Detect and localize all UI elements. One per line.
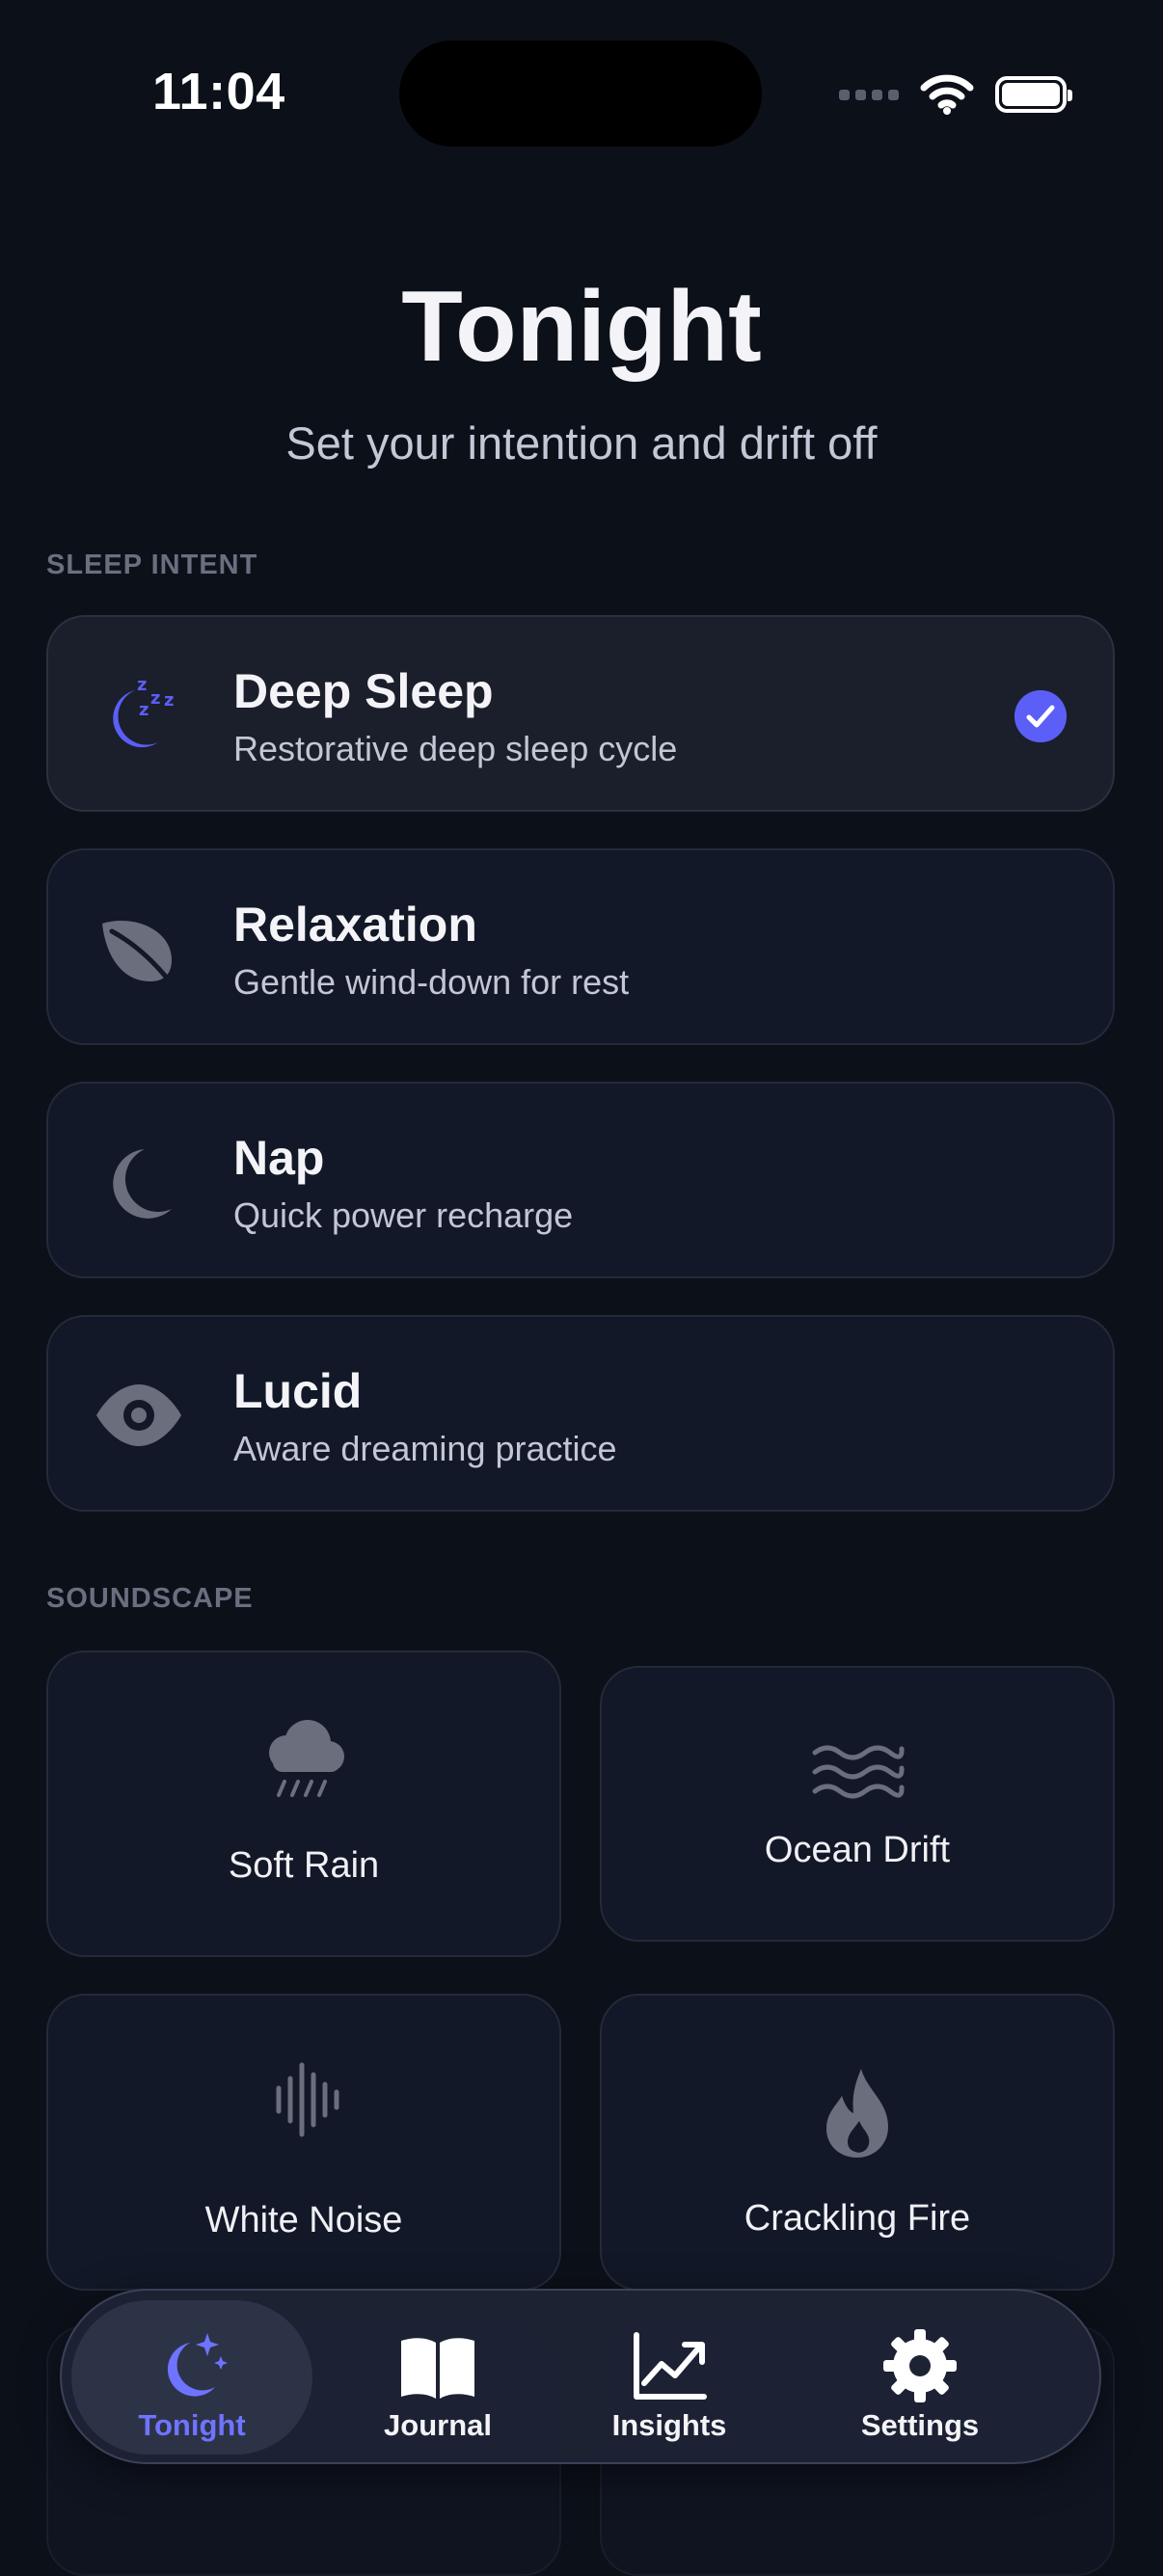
wifi-icon (920, 74, 974, 115)
status-indicators (839, 69, 1072, 120)
flame-icon (826, 2069, 888, 2158)
chart-icon (634, 2332, 707, 2400)
svg-text:z: z (150, 688, 160, 709)
intent-title: Nap (233, 1131, 325, 1185)
section-label-sleep-intent: SLEEP INTENT (46, 550, 258, 580)
page-subtitle: Set your intention and drift off (285, 417, 878, 469)
tab-label: Settings (860, 2408, 980, 2442)
sound-label: Crackling Fire (744, 2198, 971, 2239)
svg-text:z: z (164, 690, 174, 711)
tab-label: Tonight (138, 2408, 246, 2442)
intent-card-relaxation[interactable]: Relaxation Gentle wind-down for rest (46, 848, 1115, 1045)
section-label-soundscape: SOUNDSCAPE (46, 1583, 254, 1614)
battery-icon (995, 76, 1072, 113)
intent-card-lucid[interactable]: Lucid Aware dreaming practice (46, 1315, 1115, 1512)
rain-cloud-icon (269, 1720, 344, 1797)
sound-card-ocean-drift[interactable]: Ocean Drift (600, 1666, 1115, 1942)
sound-label: White Noise (204, 2200, 403, 2241)
tab-insights[interactable]: Insights (573, 2300, 766, 2455)
intent-subtitle: Quick power recharge (233, 1195, 574, 1235)
moon-icon (113, 1149, 172, 1219)
tab-settings[interactable]: Settings (814, 2300, 1026, 2455)
checkmark-icon (1014, 690, 1067, 742)
sound-card-white-noise[interactable]: White Noise (46, 1994, 561, 2291)
moon-stars-icon (167, 2333, 228, 2397)
gear-icon (883, 2329, 957, 2402)
intent-subtitle: Aware dreaming practice (233, 1429, 617, 1468)
status-bar: 11:04 (0, 0, 1163, 174)
intent-subtitle: Gentle wind-down for rest (233, 962, 630, 1002)
intent-subtitle: Restorative deep sleep cycle (233, 729, 678, 768)
sound-card-soft-rain[interactable]: Soft Rain (46, 1650, 561, 1957)
eye-icon (96, 1384, 181, 1446)
tab-label: Insights (611, 2408, 727, 2442)
tab-label: Journal (384, 2408, 492, 2442)
status-time: 11:04 (152, 63, 285, 121)
sound-label: Ocean Drift (764, 1830, 951, 1870)
sound-card-crackling-fire[interactable]: Crackling Fire (600, 1994, 1115, 2291)
dynamic-island (399, 40, 762, 147)
waveform-icon (276, 2062, 339, 2137)
moon-zzz-icon: z z z z (113, 675, 174, 748)
intent-card-nap[interactable]: Nap Quick power recharge (46, 1082, 1115, 1278)
sound-label: Soft Rain (228, 1845, 380, 1886)
tab-journal[interactable]: Journal (341, 2300, 534, 2455)
intent-card-deep-sleep[interactable]: z z z z Deep Sleep Restorative deep slee… (46, 615, 1115, 812)
page-title: Tonight (401, 271, 762, 383)
cellular-signal-icon (839, 89, 899, 100)
intent-title: Lucid (233, 1364, 363, 1418)
intent-title: Deep Sleep (233, 664, 494, 718)
tab-tonight[interactable]: Tonight (71, 2300, 312, 2455)
svg-text:z: z (137, 675, 147, 695)
intent-title: Relaxation (233, 898, 477, 952)
waves-icon (812, 1745, 905, 1799)
leaf-icon (102, 921, 178, 992)
tab-bar: Tonight Journal Insights Settings (60, 2289, 1101, 2464)
svg-text:z: z (139, 700, 149, 720)
book-icon (401, 2338, 474, 2399)
